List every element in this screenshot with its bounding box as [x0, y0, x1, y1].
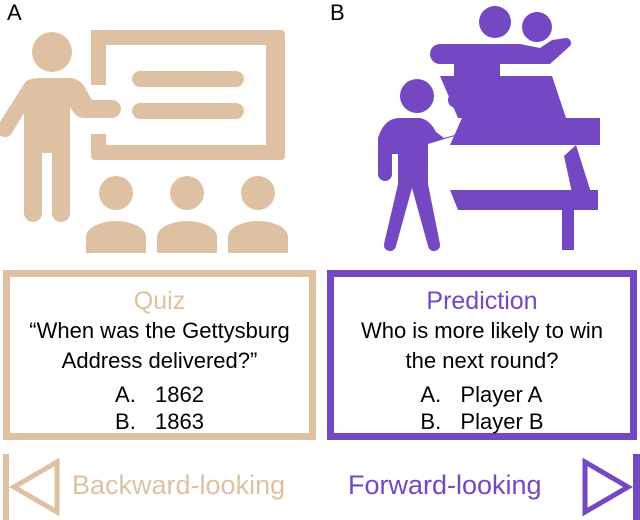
- prediction-question-line-2: the next round?: [405, 348, 559, 373]
- prediction-title: Prediction: [426, 287, 538, 315]
- prediction-card: Prediction Who is more likely to win the…: [327, 270, 637, 440]
- triangle-right-bar-icon: [582, 454, 640, 520]
- panel-a-label: A: [7, 0, 22, 25]
- triangle-left-bar-icon: [3, 454, 60, 520]
- quiz-card: Quiz “When was the Gettysburg Address de…: [3, 270, 316, 440]
- prediction-question-line-1: Who is more likely to win: [360, 318, 604, 343]
- backward-looking-label: Backward-looking: [72, 470, 286, 500]
- table-tennis-players-icon: [378, 6, 600, 252]
- prediction-option-b: B. Player B: [420, 409, 544, 434]
- prediction-options: A. Player A B. Player B: [420, 381, 543, 435]
- quiz-options: A. 1862 B. 1863: [115, 381, 204, 435]
- forward-looking-label: Forward-looking: [348, 470, 542, 500]
- quiz-option-a: A. 1862: [115, 382, 204, 407]
- prediction-option-a: A. Player A: [420, 382, 543, 407]
- quiz-question-line-1: “When was the Gettysburg: [29, 318, 290, 343]
- quiz-title: Quiz: [133, 287, 186, 315]
- teacher-presentation-icon: [0, 30, 288, 253]
- quiz-option-b: B. 1863: [115, 409, 204, 434]
- quiz-question-line-2: Address delivered?”: [61, 348, 258, 373]
